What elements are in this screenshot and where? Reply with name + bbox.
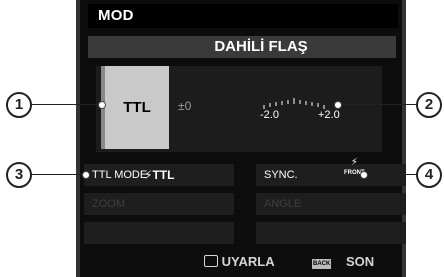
scale-min-label: -2.0	[260, 109, 279, 121]
callout-3: 3	[6, 162, 32, 188]
callout-dot-3	[82, 171, 90, 179]
footer-bar: UYARLA BACK SON	[88, 252, 398, 277]
callout-line-4	[364, 174, 420, 175]
flash-mode-selector[interactable]: TTL	[101, 66, 169, 149]
callout-line-2	[338, 104, 418, 105]
flash-mode-label: TTL	[123, 99, 151, 116]
sync-button[interactable]: SYNC. ⚡ FRONT	[256, 158, 406, 186]
ttl-mode-label: TTL MODE	[92, 169, 148, 181]
callout-4: 4	[416, 162, 442, 188]
flash-header: DAHİLİ FLAŞ	[88, 36, 396, 58]
callout-line-1	[30, 104, 102, 105]
sync-label: SYNC.	[264, 169, 298, 181]
zoom-button: ZOOM	[84, 193, 234, 215]
menu-title: MOD	[88, 4, 398, 28]
zoom-label: ZOOM	[92, 198, 125, 210]
callout-line-3	[30, 174, 86, 175]
flash-compensation-scale[interactable]: -2.0 +2.0	[258, 95, 340, 121]
callout-2: 2	[416, 92, 442, 118]
callout-dot-2	[334, 101, 342, 109]
ttl-mode-button[interactable]: TTL MODE ⚡TTL	[84, 164, 234, 186]
adjust-hint: UYARLA	[204, 254, 275, 269]
scale-ticks	[263, 98, 325, 109]
end-label: SON	[346, 254, 375, 269]
back-button-icon: BACK	[312, 259, 332, 269]
angle-button: ANGLE	[256, 193, 406, 215]
empty-slot-left	[84, 222, 234, 244]
dpad-icon	[204, 255, 218, 267]
callout-dot-4	[360, 171, 368, 179]
flash-bolt-icon: ⚡	[350, 157, 358, 168]
callout-1: 1	[6, 92, 32, 118]
flash-compensation-value: ±0	[178, 99, 192, 113]
back-hint: BACK	[312, 255, 332, 270]
adjust-label: UYARLA	[221, 254, 275, 269]
empty-slot-right	[256, 222, 406, 244]
screen-bezel-left	[76, 0, 80, 277]
ttl-mode-value: TTL	[152, 168, 175, 182]
callout-dot-1	[98, 101, 106, 109]
angle-label: ANGLE	[264, 198, 302, 210]
scale-max-label: +2.0	[318, 109, 340, 121]
